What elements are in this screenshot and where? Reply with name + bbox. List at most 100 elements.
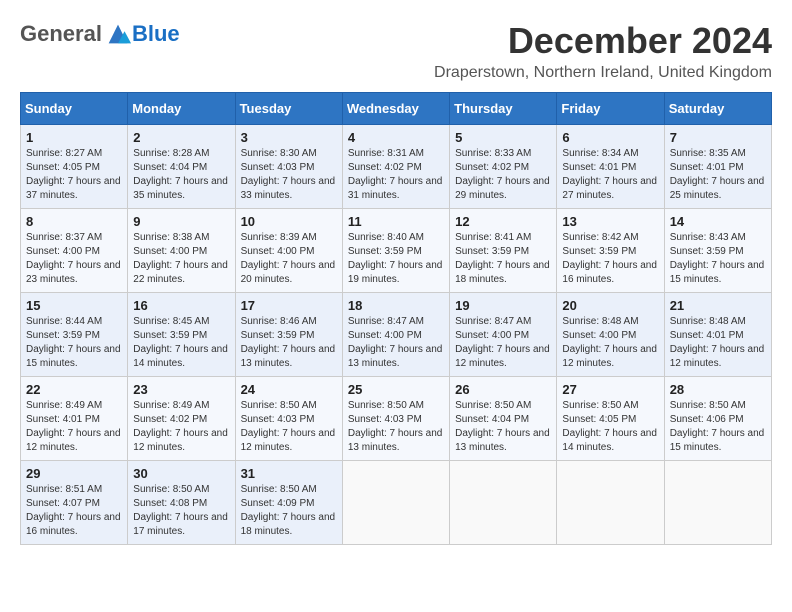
day-number: 11: [348, 214, 444, 229]
calendar-cell: 2 Sunrise: 8:28 AM Sunset: 4:04 PM Dayli…: [128, 125, 235, 209]
calendar-cell: 9 Sunrise: 8:38 AM Sunset: 4:00 PM Dayli…: [128, 209, 235, 293]
calendar-cell: 28 Sunrise: 8:50 AM Sunset: 4:06 PM Dayl…: [664, 377, 771, 461]
calendar-cell: 16 Sunrise: 8:45 AM Sunset: 3:59 PM Dayl…: [128, 293, 235, 377]
calendar-cell: 19 Sunrise: 8:47 AM Sunset: 4:00 PM Dayl…: [450, 293, 557, 377]
day-number: 6: [562, 130, 658, 145]
day-number: 19: [455, 298, 551, 313]
calendar-cell: 11 Sunrise: 8:40 AM Sunset: 3:59 PM Dayl…: [342, 209, 449, 293]
calendar-header-monday: Monday: [128, 93, 235, 125]
calendar-cell: 27 Sunrise: 8:50 AM Sunset: 4:05 PM Dayl…: [557, 377, 664, 461]
day-number: 7: [670, 130, 766, 145]
day-number: 10: [241, 214, 337, 229]
day-number: 13: [562, 214, 658, 229]
day-number: 25: [348, 382, 444, 397]
calendar-cell: [342, 461, 449, 545]
calendar-cell: 6 Sunrise: 8:34 AM Sunset: 4:01 PM Dayli…: [557, 125, 664, 209]
day-number: 23: [133, 382, 229, 397]
day-content: Sunrise: 8:47 AM Sunset: 4:00 PM Dayligh…: [348, 315, 444, 371]
calendar-cell: 22 Sunrise: 8:49 AM Sunset: 4:01 PM Dayl…: [21, 377, 128, 461]
calendar-header-wednesday: Wednesday: [342, 93, 449, 125]
calendar-header-tuesday: Tuesday: [235, 93, 342, 125]
calendar-cell: 10 Sunrise: 8:39 AM Sunset: 4:00 PM Dayl…: [235, 209, 342, 293]
day-number: 29: [26, 466, 122, 481]
day-number: 28: [670, 382, 766, 397]
calendar-week-row: 1 Sunrise: 8:27 AM Sunset: 4:05 PM Dayli…: [21, 125, 772, 209]
day-number: 5: [455, 130, 551, 145]
day-number: 2: [133, 130, 229, 145]
day-content: Sunrise: 8:37 AM Sunset: 4:00 PM Dayligh…: [26, 231, 122, 287]
day-content: Sunrise: 8:31 AM Sunset: 4:02 PM Dayligh…: [348, 147, 444, 203]
calendar-week-row: 22 Sunrise: 8:49 AM Sunset: 4:01 PM Dayl…: [21, 377, 772, 461]
calendar-header-row: SundayMondayTuesdayWednesdayThursdayFrid…: [21, 93, 772, 125]
main-title: December 2024: [434, 20, 772, 62]
day-content: Sunrise: 8:50 AM Sunset: 4:05 PM Dayligh…: [562, 399, 658, 455]
day-content: Sunrise: 8:34 AM Sunset: 4:01 PM Dayligh…: [562, 147, 658, 203]
calendar-cell: 21 Sunrise: 8:48 AM Sunset: 4:01 PM Dayl…: [664, 293, 771, 377]
calendar-table: SundayMondayTuesdayWednesdayThursdayFrid…: [20, 92, 772, 545]
day-content: Sunrise: 8:30 AM Sunset: 4:03 PM Dayligh…: [241, 147, 337, 203]
calendar-cell: [450, 461, 557, 545]
calendar-header-friday: Friday: [557, 93, 664, 125]
day-content: Sunrise: 8:39 AM Sunset: 4:00 PM Dayligh…: [241, 231, 337, 287]
day-content: Sunrise: 8:33 AM Sunset: 4:02 PM Dayligh…: [455, 147, 551, 203]
calendar-cell: 15 Sunrise: 8:44 AM Sunset: 3:59 PM Dayl…: [21, 293, 128, 377]
day-number: 8: [26, 214, 122, 229]
day-content: Sunrise: 8:40 AM Sunset: 3:59 PM Dayligh…: [348, 231, 444, 287]
logo: General Blue: [20, 20, 180, 48]
calendar-week-row: 29 Sunrise: 8:51 AM Sunset: 4:07 PM Dayl…: [21, 461, 772, 545]
day-number: 14: [670, 214, 766, 229]
day-content: Sunrise: 8:50 AM Sunset: 4:03 PM Dayligh…: [241, 399, 337, 455]
day-content: Sunrise: 8:51 AM Sunset: 4:07 PM Dayligh…: [26, 483, 122, 539]
day-number: 18: [348, 298, 444, 313]
day-content: Sunrise: 8:50 AM Sunset: 4:03 PM Dayligh…: [348, 399, 444, 455]
day-content: Sunrise: 8:48 AM Sunset: 4:01 PM Dayligh…: [670, 315, 766, 371]
calendar-cell: 18 Sunrise: 8:47 AM Sunset: 4:00 PM Dayl…: [342, 293, 449, 377]
title-section: December 2024 Draperstown, Northern Irel…: [434, 20, 772, 82]
calendar-cell: 1 Sunrise: 8:27 AM Sunset: 4:05 PM Dayli…: [21, 125, 128, 209]
day-content: Sunrise: 8:50 AM Sunset: 4:04 PM Dayligh…: [455, 399, 551, 455]
day-number: 17: [241, 298, 337, 313]
day-number: 27: [562, 382, 658, 397]
day-number: 1: [26, 130, 122, 145]
calendar-header-saturday: Saturday: [664, 93, 771, 125]
day-content: Sunrise: 8:28 AM Sunset: 4:04 PM Dayligh…: [133, 147, 229, 203]
calendar-cell: 30 Sunrise: 8:50 AM Sunset: 4:08 PM Dayl…: [128, 461, 235, 545]
calendar-cell: 31 Sunrise: 8:50 AM Sunset: 4:09 PM Dayl…: [235, 461, 342, 545]
day-content: Sunrise: 8:49 AM Sunset: 4:01 PM Dayligh…: [26, 399, 122, 455]
page-header: General Blue December 2024 Draperstown, …: [20, 20, 772, 82]
calendar-cell: 7 Sunrise: 8:35 AM Sunset: 4:01 PM Dayli…: [664, 125, 771, 209]
day-number: 4: [348, 130, 444, 145]
calendar-cell: 25 Sunrise: 8:50 AM Sunset: 4:03 PM Dayl…: [342, 377, 449, 461]
day-content: Sunrise: 8:47 AM Sunset: 4:00 PM Dayligh…: [455, 315, 551, 371]
calendar-cell: 29 Sunrise: 8:51 AM Sunset: 4:07 PM Dayl…: [21, 461, 128, 545]
calendar-cell: [557, 461, 664, 545]
day-content: Sunrise: 8:50 AM Sunset: 4:09 PM Dayligh…: [241, 483, 337, 539]
day-content: Sunrise: 8:45 AM Sunset: 3:59 PM Dayligh…: [133, 315, 229, 371]
day-number: 20: [562, 298, 658, 313]
day-content: Sunrise: 8:50 AM Sunset: 4:06 PM Dayligh…: [670, 399, 766, 455]
day-number: 12: [455, 214, 551, 229]
logo-icon: [104, 20, 132, 48]
day-content: Sunrise: 8:44 AM Sunset: 3:59 PM Dayligh…: [26, 315, 122, 371]
day-number: 26: [455, 382, 551, 397]
calendar-cell: 3 Sunrise: 8:30 AM Sunset: 4:03 PM Dayli…: [235, 125, 342, 209]
day-content: Sunrise: 8:50 AM Sunset: 4:08 PM Dayligh…: [133, 483, 229, 539]
calendar-cell: 20 Sunrise: 8:48 AM Sunset: 4:00 PM Dayl…: [557, 293, 664, 377]
day-content: Sunrise: 8:43 AM Sunset: 3:59 PM Dayligh…: [670, 231, 766, 287]
logo-blue-text: Blue: [132, 21, 180, 47]
logo-general-text: General: [20, 21, 102, 47]
day-number: 31: [241, 466, 337, 481]
calendar-week-row: 8 Sunrise: 8:37 AM Sunset: 4:00 PM Dayli…: [21, 209, 772, 293]
day-content: Sunrise: 8:49 AM Sunset: 4:02 PM Dayligh…: [133, 399, 229, 455]
calendar-cell: 26 Sunrise: 8:50 AM Sunset: 4:04 PM Dayl…: [450, 377, 557, 461]
calendar-cell: 23 Sunrise: 8:49 AM Sunset: 4:02 PM Dayl…: [128, 377, 235, 461]
day-number: 3: [241, 130, 337, 145]
day-content: Sunrise: 8:46 AM Sunset: 3:59 PM Dayligh…: [241, 315, 337, 371]
calendar-cell: 8 Sunrise: 8:37 AM Sunset: 4:00 PM Dayli…: [21, 209, 128, 293]
calendar-cell: 4 Sunrise: 8:31 AM Sunset: 4:02 PM Dayli…: [342, 125, 449, 209]
calendar-cell: [664, 461, 771, 545]
day-content: Sunrise: 8:42 AM Sunset: 3:59 PM Dayligh…: [562, 231, 658, 287]
calendar-cell: 13 Sunrise: 8:42 AM Sunset: 3:59 PM Dayl…: [557, 209, 664, 293]
day-content: Sunrise: 8:35 AM Sunset: 4:01 PM Dayligh…: [670, 147, 766, 203]
day-content: Sunrise: 8:27 AM Sunset: 4:05 PM Dayligh…: [26, 147, 122, 203]
